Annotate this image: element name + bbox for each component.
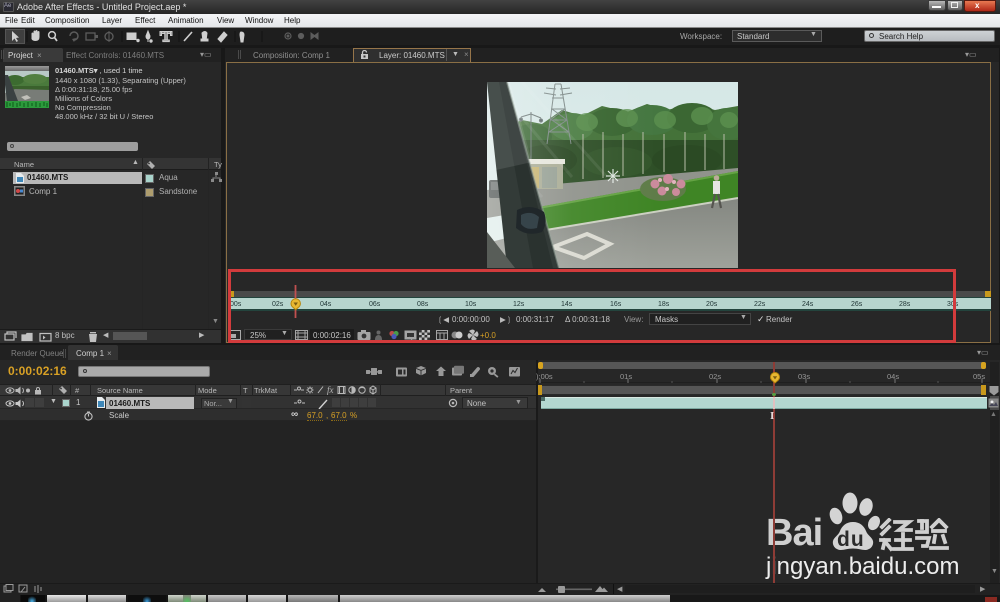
svg-text:du: du	[837, 528, 865, 551]
svg-text:fx: fx	[327, 385, 334, 395]
